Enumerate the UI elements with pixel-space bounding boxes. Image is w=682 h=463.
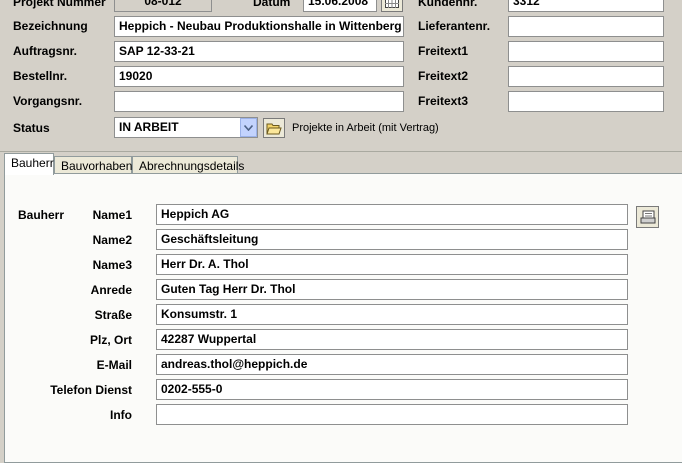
bestellnr-field[interactable]: 19020	[114, 66, 404, 87]
email-field[interactable]: andreas.thol@heppich.de	[156, 354, 628, 375]
telefon-dienst-label: Telefon Dienst	[50, 383, 132, 397]
freitext1-label: Freitext1	[418, 44, 469, 58]
address-book-icon	[640, 210, 655, 224]
name1-field[interactable]: Heppich AG	[156, 204, 628, 225]
name3-label: Name3	[92, 258, 132, 272]
tab-abrechnungsdetails[interactable]: Abrechnungsdetails	[132, 156, 244, 174]
projekt-nummer-field: 08-012	[114, 0, 212, 12]
name3-field[interactable]: Herr Dr. A. Thol	[156, 254, 628, 275]
folder-open-icon	[266, 123, 282, 134]
anrede-label: Anrede	[90, 283, 132, 297]
plz-ort-field[interactable]: 42287 Wuppertal	[156, 329, 628, 350]
datum-field[interactable]: 15.06.2008	[303, 0, 377, 12]
freitext1-field[interactable]	[508, 41, 664, 62]
strasse-label: Straße	[94, 308, 132, 322]
header-separator	[0, 151, 682, 152]
datum-label: Datum	[253, 0, 291, 9]
bestellnr-label: Bestellnr.	[13, 69, 68, 83]
telefon-dienst-field[interactable]: 0202-555-0	[156, 379, 628, 400]
name2-field[interactable]: Geschäftsleitung	[156, 229, 628, 250]
freitext3-label: Freitext3	[418, 94, 469, 108]
status-lookup-button[interactable]	[263, 118, 285, 138]
address-book-button[interactable]	[636, 206, 659, 228]
name1-label: Name1	[92, 208, 132, 222]
calendar-icon	[385, 0, 399, 8]
status-description: Projekte in Arbeit (mit Vertrag)	[292, 122, 439, 134]
status-label: Status	[13, 121, 50, 135]
vorgangsnr-field[interactable]	[114, 91, 404, 112]
kundennr-field[interactable]: 3312	[508, 0, 664, 12]
bezeichnung-label: Bezeichnung	[13, 19, 88, 33]
strasse-field[interactable]: Konsumstr. 1	[156, 304, 628, 325]
chevron-down-icon	[244, 124, 253, 131]
status-select[interactable]: IN ARBEIT	[114, 117, 258, 138]
anrede-field[interactable]: Guten Tag Herr Dr. Thol	[156, 279, 628, 300]
lieferantennr-label: Lieferantenr.	[418, 19, 491, 33]
calendar-button[interactable]	[381, 0, 403, 12]
info-label: Info	[110, 408, 132, 422]
status-select-value: IN ARBEIT	[119, 120, 179, 134]
auftragsnr-field[interactable]: SAP 12-33-21	[114, 41, 404, 62]
bezeichnung-field[interactable]: Heppich - Neubau Produktionshalle in Wit…	[114, 16, 404, 37]
freitext2-field[interactable]	[508, 66, 664, 87]
freitext3-field[interactable]	[508, 91, 664, 112]
tab-bauherr[interactable]: Bauherr	[4, 153, 54, 175]
freitext2-label: Freitext2	[418, 69, 469, 83]
kundennr-label: Kundennr.	[418, 0, 478, 9]
tab-bauvorhaben[interactable]: Bauvorhaben	[54, 156, 132, 174]
lieferantennr-field[interactable]	[508, 16, 664, 37]
vorgangsnr-label: Vorgangsnr.	[13, 94, 83, 108]
name2-label: Name2	[92, 233, 132, 247]
auftragsnr-label: Auftragsnr.	[13, 44, 78, 58]
status-dropdown-button[interactable]	[240, 118, 257, 137]
plz-ort-label: Plz, Ort	[89, 333, 132, 347]
projekt-nummer-label: Projekt Nummer	[13, 0, 106, 9]
info-field[interactable]	[156, 404, 628, 425]
email-label: E-Mail	[96, 358, 132, 372]
